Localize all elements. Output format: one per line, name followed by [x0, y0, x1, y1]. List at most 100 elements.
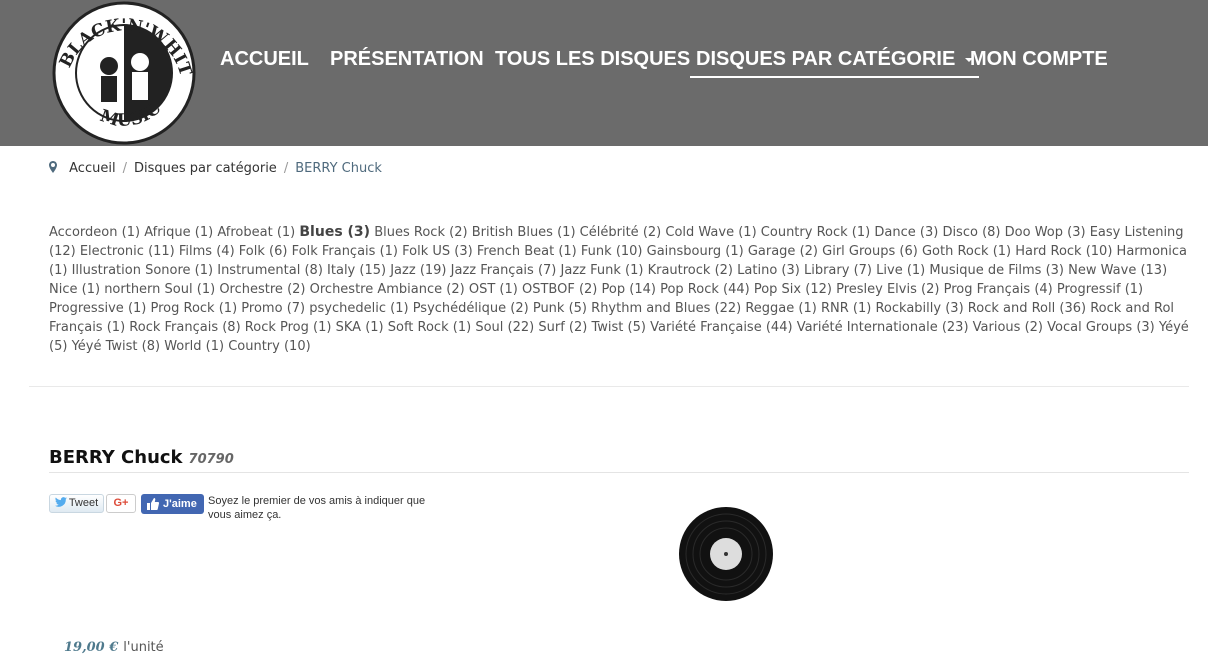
category-link[interactable]: Garage (2) — [748, 244, 818, 259]
category-link[interactable]: Latino (3) — [737, 263, 800, 278]
category-link[interactable]: Hard Rock (10) — [1015, 244, 1112, 259]
category-link[interactable]: SKA (1) — [336, 320, 384, 335]
category-link[interactable]: Girl Groups (6) — [822, 244, 918, 259]
category-link[interactable]: British Blues (1) — [472, 225, 576, 240]
category-link[interactable]: Rhythm and Blues (22) — [591, 301, 741, 316]
category-link[interactable]: Gainsbourg (1) — [647, 244, 744, 259]
black-n-white-music-logo[interactable]: BLACK'N'WHITE MUSIC — [49, 0, 199, 146]
category-link[interactable]: Doo Wop (3) — [1005, 225, 1086, 240]
category-link[interactable]: Rockabilly (3) — [875, 301, 963, 316]
category-name: Hard Rock — [1015, 244, 1082, 259]
category-link[interactable]: French Beat (1) — [477, 244, 577, 259]
category-count: (1) — [194, 263, 214, 278]
category-link[interactable]: Instrumental (8) — [217, 263, 323, 278]
category-link[interactable]: Disco (8) — [942, 225, 1000, 240]
breadcrumb-current: BERRY Chuck — [295, 161, 382, 176]
category-count: (1) — [625, 263, 644, 278]
category-link[interactable]: Variété Française (44) — [650, 320, 792, 335]
category-count: (3) — [1067, 225, 1086, 240]
category-link[interactable]: New Wave (13) — [1068, 263, 1167, 278]
category-link[interactable]: Various (2) — [973, 320, 1043, 335]
breadcrumb-accueil[interactable]: Accueil — [69, 161, 115, 176]
category-link[interactable]: Promo (7) — [241, 301, 305, 316]
nav-presentation[interactable]: PRÉSENTATION — [330, 46, 484, 76]
category-link[interactable]: OST (1) — [469, 282, 518, 297]
category-name: Illustration Sonore — [71, 263, 191, 278]
category-link[interactable]: Soul (22) — [475, 320, 534, 335]
category-link[interactable]: Rock and Roll (36) — [968, 301, 1086, 316]
category-count: (10) — [1085, 244, 1113, 259]
category-link[interactable]: Folk Français (1) — [292, 244, 398, 259]
tweet-button[interactable]: Tweet — [49, 494, 104, 513]
category-link[interactable]: Blues Rock (2) — [374, 225, 467, 240]
nav-disques-par-categorie[interactable]: DISQUES PAR CATÉGORIE — [690, 46, 980, 78]
category-link[interactable]: Progressive (1) — [49, 301, 146, 316]
category-count: (1) — [557, 225, 576, 240]
category-link[interactable]: Italy (15) — [327, 263, 386, 278]
facebook-like-button[interactable]: J'aime — [141, 494, 204, 514]
category-link[interactable]: Accordeon (1) — [49, 225, 140, 240]
category-link[interactable]: Jazz Français (7) — [451, 263, 557, 278]
category-link[interactable]: Country Rock (1) — [761, 225, 870, 240]
category-link[interactable]: Rock Français (8) — [129, 320, 240, 335]
category-name: Krautrock — [647, 263, 711, 278]
category-link[interactable]: RNR (1) — [821, 301, 871, 316]
breadcrumb-separator: / — [283, 161, 289, 176]
nav-tous-les-disques[interactable]: TOUS LES DISQUES — [495, 46, 690, 76]
category-link[interactable]: Musique de Films (3) — [929, 263, 1064, 278]
category-link[interactable]: Surf (2) — [538, 320, 587, 335]
category-link[interactable]: Blues (3) — [299, 224, 370, 240]
category-link[interactable]: Country (10) — [228, 339, 310, 354]
category-link[interactable]: Orchestre Ambiance (2) — [310, 282, 465, 297]
category-count: (1) — [1124, 282, 1144, 297]
nav-accueil[interactable]: ACCUEIL — [220, 46, 309, 76]
category-link[interactable]: Reggae (1) — [745, 301, 816, 316]
category-link[interactable]: Nice (1) — [49, 282, 100, 297]
category-link[interactable]: northern Soul (1) — [104, 282, 215, 297]
category-link[interactable]: Goth Rock (1) — [922, 244, 1011, 259]
category-link[interactable]: Yéyé Twist (8) — [72, 339, 161, 354]
category-link[interactable]: OSTBOF (2) — [522, 282, 597, 297]
category-link[interactable]: Jazz (19) — [390, 263, 446, 278]
category-link[interactable]: Funk (10) — [581, 244, 643, 259]
category-link[interactable]: psychedelic (1) — [309, 301, 408, 316]
category-link[interactable]: Soft Rock (1) — [388, 320, 471, 335]
category-link[interactable]: Pop Six (12) — [754, 282, 832, 297]
category-link[interactable]: Orchestre (2) — [219, 282, 305, 297]
category-link[interactable]: Prog Rock (1) — [151, 301, 238, 316]
category-count: (5) — [49, 339, 68, 354]
category-link[interactable]: Afrique (1) — [144, 225, 213, 240]
category-link[interactable]: World (1) — [164, 339, 224, 354]
category-link[interactable]: Vocal Groups (3) — [1047, 320, 1155, 335]
category-link[interactable]: Pop (14) — [602, 282, 656, 297]
category-link[interactable]: Folk US (3) — [402, 244, 473, 259]
category-link[interactable]: Library (7) — [804, 263, 872, 278]
category-link[interactable]: Afrobeat (1) — [217, 225, 295, 240]
category-link[interactable]: Electronic (11) — [80, 244, 175, 259]
category-count: (1) — [852, 301, 872, 316]
category-link[interactable]: Dance (3) — [874, 225, 938, 240]
category-link[interactable]: Punk (5) — [533, 301, 587, 316]
category-count: (22) — [714, 301, 742, 316]
category-link[interactable]: Prog Français (4) — [944, 282, 1053, 297]
category-link[interactable]: Twist (5) — [591, 320, 645, 335]
category-link[interactable]: Presley Elvis (2) — [836, 282, 939, 297]
category-link[interactable]: Rock Prog (1) — [245, 320, 332, 335]
category-link[interactable]: Pop Rock (44) — [660, 282, 750, 297]
category-link[interactable]: Illustration Sonore (1) — [72, 263, 214, 278]
category-link[interactable]: Psychédélique (2) — [413, 301, 529, 316]
category-link[interactable]: Variété Internationale (23) — [797, 320, 969, 335]
product-ref: 70790 — [188, 452, 234, 467]
category-link[interactable]: Cold Wave (1) — [665, 225, 756, 240]
breadcrumb-disques-par-categorie[interactable]: Disques par catégorie — [134, 161, 277, 176]
category-link[interactable]: Progressif (1) — [1057, 282, 1143, 297]
category-link[interactable]: Krautrock (2) — [648, 263, 733, 278]
nav-mon-compte[interactable]: MON COMPTE — [970, 46, 1108, 76]
category-name: Folk — [238, 244, 265, 259]
category-link[interactable]: Folk (6) — [239, 244, 288, 259]
google-plus-button[interactable]: G+ — [106, 494, 136, 513]
category-link[interactable]: Jazz Funk (1) — [561, 263, 644, 278]
category-link[interactable]: Films (4) — [179, 244, 235, 259]
category-link[interactable]: Live (1) — [876, 263, 925, 278]
category-link[interactable]: Célébrité (2) — [580, 225, 662, 240]
